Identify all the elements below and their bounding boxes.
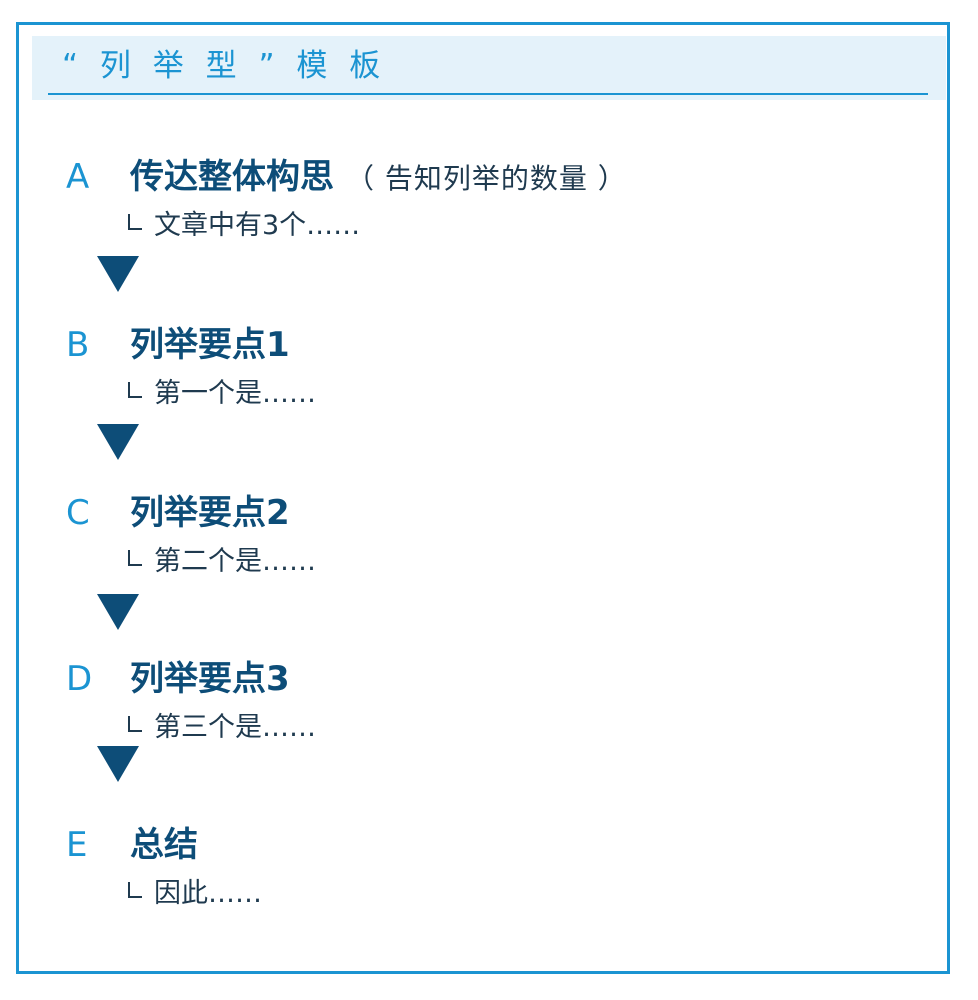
down-triangle-icon [97, 746, 139, 782]
step-detail-text: 文章中有3个…… [154, 210, 361, 241]
step-heading-row: 传达整体构思 （ 告知列举的数量 ） [128, 156, 627, 198]
step-heading-row: 列举要点3 [128, 658, 292, 700]
step-heading: 列举要点3 [128, 659, 292, 700]
step-heading: 列举要点1 [128, 325, 292, 366]
step-detail: 因此…… [128, 876, 262, 912]
step-heading-row: 列举要点2 [128, 492, 292, 534]
corner-bracket-icon [128, 550, 142, 566]
corner-bracket-icon [128, 882, 142, 898]
step-detail: 第三个是…… [128, 710, 316, 746]
step-detail: 第一个是…… [128, 376, 316, 412]
step-a: A 传达整体构思 （ 告知列举的数量 ） 文章中有3个…… [0, 156, 978, 266]
step-detail-text: 第二个是…… [154, 546, 316, 577]
corner-bracket-icon [128, 716, 142, 732]
step-detail: 第二个是…… [128, 544, 316, 580]
header-divider [48, 93, 928, 95]
step-letter: B [66, 325, 90, 365]
step-heading: 列举要点2 [128, 493, 292, 534]
step-heading: 总结 [128, 825, 200, 866]
step-letter: E [66, 825, 88, 865]
step-detail: 文章中有3个…… [128, 208, 360, 244]
step-letter: C [66, 493, 90, 533]
step-b: B 列举要点1 第一个是…… [0, 324, 978, 434]
down-triangle-icon [97, 594, 139, 630]
step-letter: D [66, 659, 93, 699]
step-heading-row: 总结 [128, 824, 200, 866]
step-heading-row: 列举要点1 [128, 324, 292, 366]
down-triangle-icon [97, 424, 139, 460]
step-e: E 总结 因此…… [0, 824, 978, 934]
down-triangle-icon [97, 256, 139, 292]
corner-bracket-icon [128, 214, 142, 230]
template-title: “ 列 举 型 ” 模 板 [62, 48, 387, 84]
step-detail-text: 第一个是…… [154, 378, 316, 409]
step-heading: 传达整体构思 [128, 157, 336, 198]
step-detail-text: 第三个是…… [154, 712, 316, 743]
step-aside-note: （ 告知列举的数量 ） [346, 162, 627, 195]
step-d: D 列举要点3 第三个是…… [0, 658, 978, 768]
step-c: C 列举要点2 第二个是…… [0, 492, 978, 602]
step-letter: A [66, 157, 90, 197]
step-detail-text: 因此…… [154, 878, 262, 909]
corner-bracket-icon [128, 382, 142, 398]
